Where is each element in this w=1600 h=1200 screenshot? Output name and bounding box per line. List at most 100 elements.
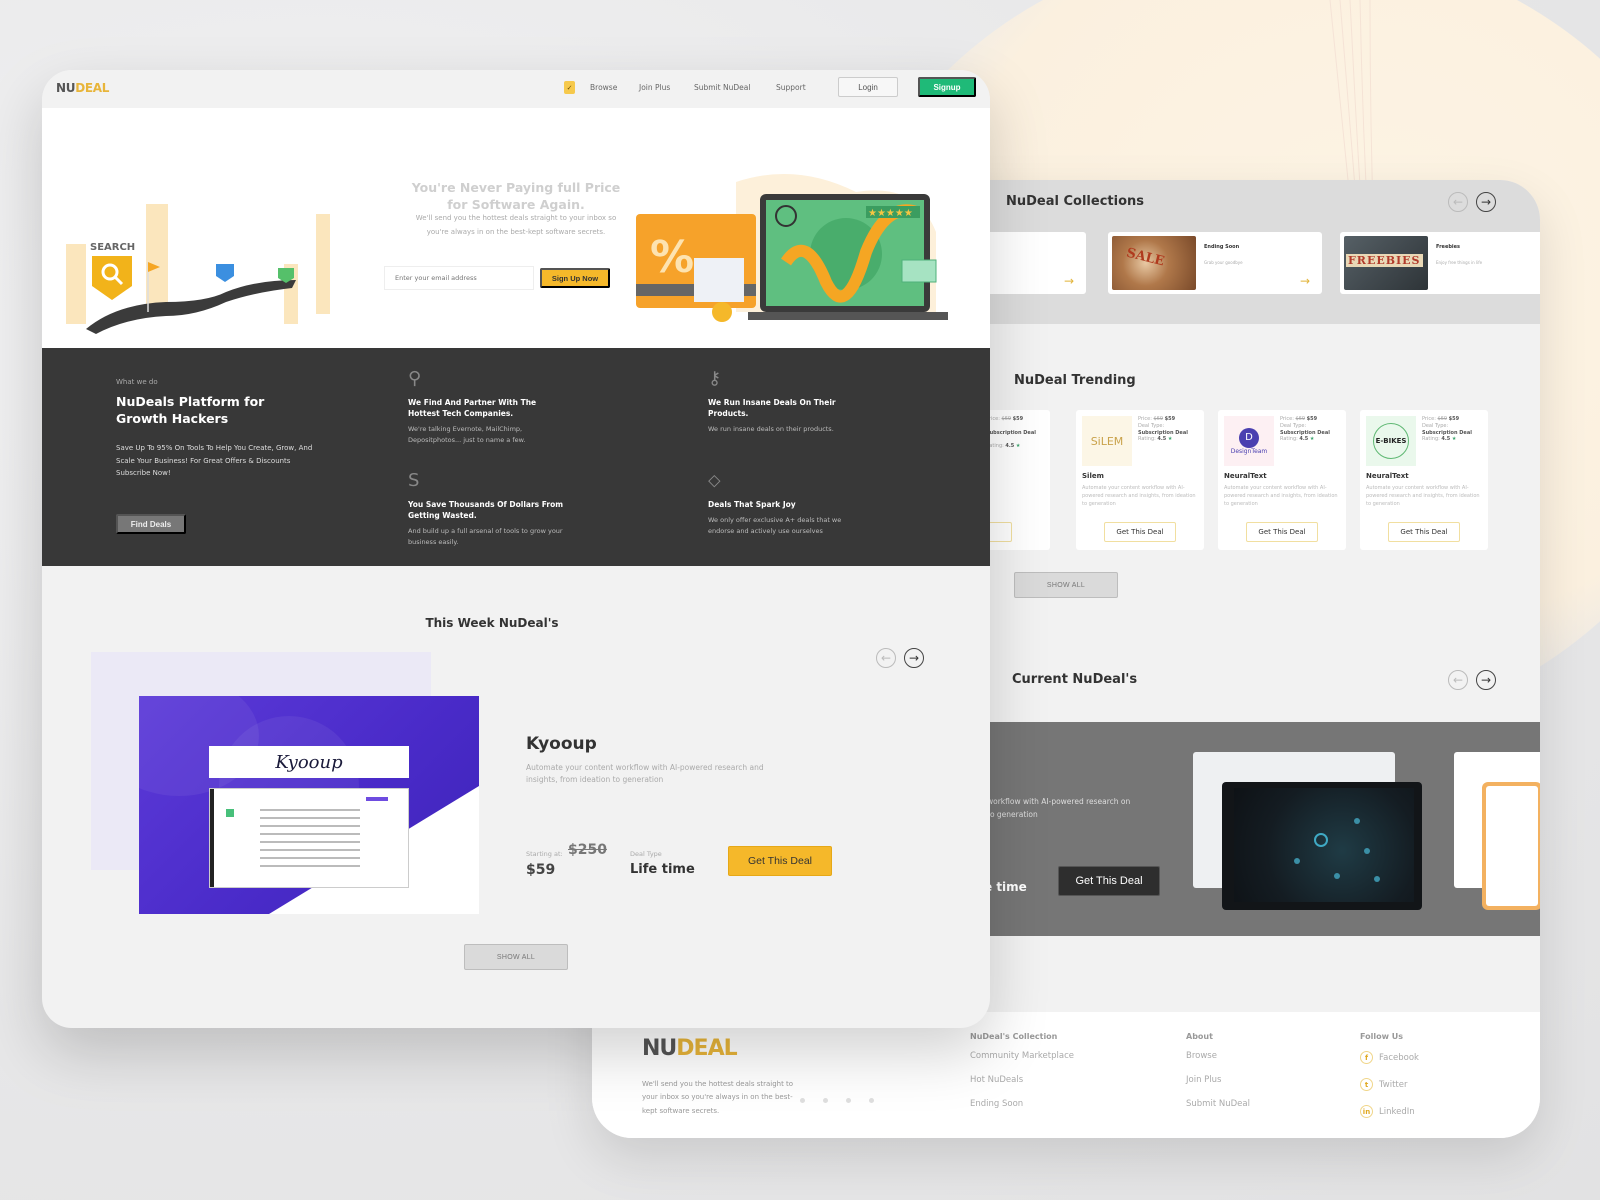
current-arrows: ← →: [1448, 670, 1496, 690]
footer-heading: Follow Us: [1360, 1032, 1404, 1041]
kyooup-screenshot: [209, 788, 409, 888]
hero-title: You're Never Paying full Price for Softw…: [411, 180, 621, 212]
deal-name: Silem: [1082, 472, 1104, 480]
old-price: $250: [568, 842, 607, 858]
twitter-link[interactable]: t Twitter: [1360, 1078, 1419, 1091]
trending-show-all-button[interactable]: SHOW ALL: [1014, 572, 1118, 598]
footer-link[interactable]: Join Plus: [1186, 1075, 1250, 1085]
current-deal-type: e time: [984, 880, 1027, 894]
deal-name: NeuralText: [1224, 472, 1267, 480]
footer-link[interactable]: Submit NuDeal: [1186, 1099, 1250, 1109]
what-we-do-text: Save Up To 95% On Tools To Help You Crea…: [116, 444, 313, 478]
footer-link[interactable]: Hot NuDeals: [970, 1075, 1074, 1085]
prev-arrow-button[interactable]: ←: [1448, 192, 1468, 212]
dollar-icon: S: [408, 470, 420, 491]
feature-title: Deals That Spark Joy: [708, 500, 796, 509]
login-button[interactable]: Login: [838, 77, 898, 97]
footer-logo[interactable]: NUDEAL: [642, 1036, 738, 1061]
logo[interactable]: NUDEAL: [56, 81, 109, 95]
arrow-right-icon: →: [1299, 274, 1310, 288]
feature-text: And build up a full arsenal of tools to …: [408, 526, 563, 547]
current-get-deal-button[interactable]: Get This Deal: [1058, 866, 1160, 896]
email-input[interactable]: [384, 266, 534, 290]
current-title: Current NuDeal's: [1012, 672, 1138, 687]
phone-image: [1482, 782, 1540, 910]
next-arrow-button[interactable]: →: [904, 648, 924, 668]
current-deal-description: workflow with AI-powered research on to …: [987, 797, 1131, 819]
sign-up-now-button[interactable]: Sign Up Now: [540, 268, 610, 288]
footer-link[interactable]: Community Marketplace: [970, 1051, 1074, 1061]
footer-col-about: About Browse Join Plus Submit NuDeal: [1186, 1032, 1250, 1123]
next-arrow-button[interactable]: →: [1476, 192, 1496, 212]
deal-description: Automate your content workflow with AI-p…: [1366, 485, 1480, 507]
star-icon: ★: [1309, 436, 1315, 443]
tag-icon: ⬦: [708, 470, 721, 491]
this-week-show-all-button[interactable]: SHOW ALL: [464, 944, 568, 970]
feature-title: We Run Insane Deals On Their Products.: [708, 398, 836, 418]
get-deal-button[interactable]: Get This Deal: [1388, 522, 1460, 542]
what-we-do-eyebrow: What we do: [116, 378, 158, 386]
search-icon: ⚲: [408, 368, 422, 389]
linkedin-icon: in: [1360, 1105, 1373, 1118]
deal-description: Automate your content workflow with AI-p…: [526, 763, 764, 785]
collection-card-partial[interactable]: →: [980, 232, 1086, 294]
linkedin-link[interactable]: in LinkedIn: [1360, 1105, 1419, 1118]
trend-card: D DesignTeam Price: $69 $59 Deal Type: Subs…: [1218, 410, 1346, 550]
prev-arrow-button[interactable]: ←: [876, 648, 896, 668]
what-we-do-section: What we do NuDeals Platform for Growth H…: [42, 348, 990, 566]
collection-subtitle: Enjoy free things in life: [1436, 260, 1483, 265]
hero-text: We'll send you the hottest deals straigh…: [415, 214, 617, 236]
starting-label: Starting at:: [526, 850, 563, 858]
collection-card[interactable]: SALE Ending Soon Grab your goodbye →: [1108, 232, 1322, 294]
collection-title: Ending Soon: [1204, 244, 1240, 250]
facebook-link[interactable]: f Facebook: [1360, 1051, 1419, 1064]
silem-logo: SiLEM: [1082, 416, 1132, 466]
prev-arrow-button[interactable]: ←: [1448, 670, 1468, 690]
hero: SEARCH You're Never Paying full Price fo…: [42, 108, 990, 348]
svg-text:%: %: [650, 232, 694, 283]
nav-browse[interactable]: Browse: [590, 83, 617, 92]
top-nav: NUDEAL ✓ Browse Join Plus Submit NuDeal …: [42, 70, 990, 108]
feature-title: We Find And Partner With The Hottest Tec…: [408, 398, 537, 418]
svg-text:★★★★★: ★★★★★: [868, 208, 913, 219]
trend-card: SiLEM Price: $69 $59 Deal Type: Subscripti…: [1076, 410, 1204, 550]
nav-join-plus[interactable]: Join Plus: [639, 83, 670, 92]
ebikes-logo: E-BIKES: [1366, 416, 1416, 466]
collections-title: NuDeal Collections: [1006, 194, 1144, 209]
this-week-title: This Week NuDeal's: [425, 616, 559, 630]
feature-text: We're talking Evernote, MailChimp, Depos…: [408, 424, 526, 445]
freebies-image: FREEBIES: [1344, 236, 1428, 290]
trending-title: NuDeal Trending: [1014, 373, 1136, 388]
feature-text: We run insane deals on their products.: [708, 424, 834, 433]
feature: ⚲ We Find And Partner With The Hottest T…: [408, 368, 568, 447]
key-icon: ⚷: [708, 368, 722, 389]
twitter-icon: t: [1360, 1078, 1373, 1091]
find-deals-button[interactable]: Find Deals: [116, 514, 186, 534]
roadmap-illustration: SEARCH: [66, 204, 330, 334]
footer-text: We'll send you the hottest deals straigh…: [642, 1080, 794, 1115]
collection-card[interactable]: FREEBIES Freebies Enjoy free things in l…: [1340, 232, 1540, 294]
footer-link[interactable]: Browse: [1186, 1051, 1250, 1061]
designteam-logo: D DesignTeam: [1224, 416, 1274, 466]
footer-link[interactable]: Ending Soon: [970, 1099, 1074, 1109]
what-we-do-title: NuDeals Platform for Growth Hackers: [116, 394, 265, 426]
feature: ⬦ Deals That Spark Joy We only offer exc…: [708, 470, 868, 538]
nav-support[interactable]: Support: [776, 83, 806, 92]
bookmark-icon[interactable]: ✓: [564, 81, 575, 94]
star-icon: ★: [1451, 436, 1457, 443]
get-this-deal-button[interactable]: Get This Deal: [728, 846, 832, 876]
kyooup-banner: Kyooup: [209, 746, 409, 778]
footer: NUDEAL We'll send you the hottest deals …: [592, 1012, 1540, 1138]
next-arrow-button[interactable]: →: [1476, 670, 1496, 690]
feature-text: We only offer exclusive A+ deals that we…: [708, 515, 842, 536]
front-window: NUDEAL ✓ Browse Join Plus Submit NuDeal …: [42, 70, 990, 1028]
footer-col-follow: Follow Us f Facebook t Twitter in LinkedIn: [1360, 1032, 1419, 1132]
nav-submit-nudeal[interactable]: Submit NuDeal: [694, 83, 750, 92]
get-deal-button[interactable]: Get This Deal: [1104, 522, 1176, 542]
signup-button[interactable]: Signup: [918, 77, 976, 97]
get-deal-button[interactable]: Get This Deal: [1246, 522, 1318, 542]
collection-title: Freebies: [1436, 244, 1461, 250]
laptop-image: [1222, 782, 1422, 910]
new-price: $59: [526, 862, 556, 878]
deals-illustration: % ★★★★★: [636, 174, 948, 322]
